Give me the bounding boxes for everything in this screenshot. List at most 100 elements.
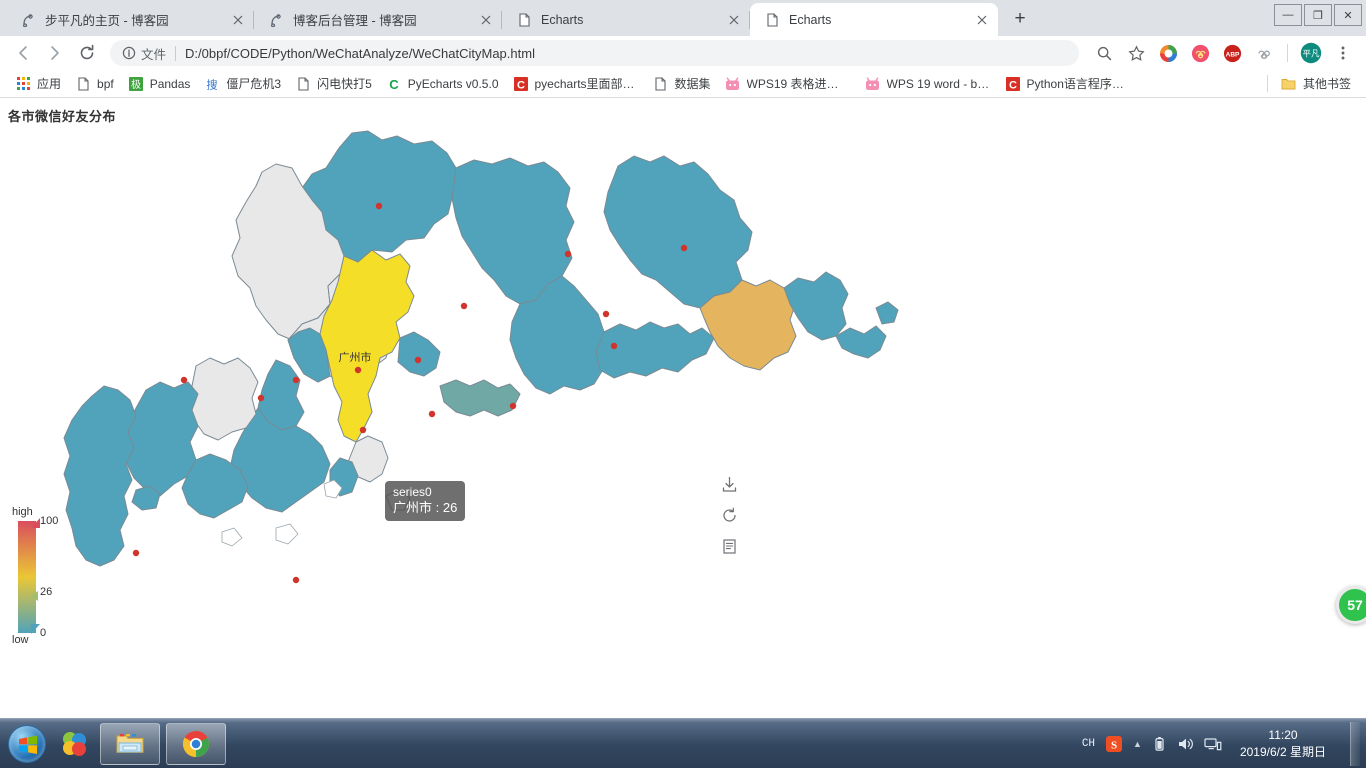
network-icon[interactable] (1204, 736, 1222, 752)
bookmark-label: 闪电快打5 (317, 77, 372, 91)
close-window-button[interactable]: ✕ (1334, 4, 1362, 26)
tab-title: 博客后台管理 - 博客园 (293, 14, 417, 28)
address-bar[interactable]: 文件 D:/0bpf/CODE/Python/WeChatAnalyze/WeC… (110, 40, 1079, 66)
windows-taskbar: CH S ▲ 11:20 2019/6/2 星期日 (0, 718, 1366, 768)
extension-colorwheel-icon[interactable] (1155, 40, 1181, 66)
green-c-icon: C (386, 76, 402, 92)
visual-map-legend[interactable]: high 100 26 0 low (8, 506, 68, 646)
sogou-pinyin-icon[interactable]: S (1105, 735, 1123, 753)
start-button[interactable] (0, 722, 54, 766)
green-ji-icon: 极 (128, 76, 144, 92)
file-icon (764, 12, 780, 28)
bookmark-wps19-table[interactable]: WPS19 表格进阶 -... (718, 72, 858, 95)
forward-button[interactable] (40, 38, 70, 68)
browser-tab-1[interactable]: 博客后台管理 - 博客园 (254, 3, 502, 36)
volume-icon[interactable] (1177, 736, 1194, 752)
bookmark-dataset[interactable]: 数据集 (646, 72, 718, 95)
adblock-plus-icon[interactable]: ABP (1219, 40, 1245, 66)
bookmark-label: 僵尸危机3 (226, 77, 282, 91)
bookmark-label: 应用 (37, 77, 62, 91)
maximize-button[interactable]: ❐ (1304, 4, 1332, 26)
restore-icon[interactable] (718, 504, 740, 526)
visual-map-bottom-cap (31, 624, 40, 634)
bookmark-pyecharts-part[interactable]: C pyecharts里面部分... (506, 72, 646, 95)
ime-indicator[interactable]: CH (1082, 738, 1095, 750)
tab-close-icon[interactable] (230, 12, 246, 28)
tab-title: 步平凡的主页 - 博客园 (45, 14, 169, 28)
browser-tab-3-active[interactable]: Echarts (750, 3, 998, 36)
extension-infinity-gray-icon[interactable] (1251, 40, 1277, 66)
bookmark-lightning-5[interactable]: 闪电快打5 (288, 72, 379, 95)
back-button[interactable] (8, 38, 38, 68)
profile-avatar-icon[interactable]: 平凡 (1298, 40, 1324, 66)
marker-foshan (292, 376, 300, 384)
visual-map-top-cap (31, 518, 40, 528)
bookmark-bpf[interactable]: bpf (68, 73, 121, 95)
data-view-icon[interactable] (718, 535, 740, 557)
bookmark-star-icon[interactable] (1123, 40, 1149, 66)
marker-meizhou (680, 244, 688, 252)
svg-text:C: C (389, 77, 399, 91)
reload-button[interactable] (72, 38, 102, 68)
new-tab-button[interactable]: + (1006, 5, 1034, 33)
file-explorer-taskbar-button[interactable] (100, 722, 160, 765)
echarts-map-canvas[interactable]: 广州市 (0, 128, 1366, 708)
region-label-guangzhou: 广州市 (339, 350, 372, 364)
visual-map-gradient-bar[interactable] (18, 521, 36, 633)
search-icon[interactable] (1091, 40, 1117, 66)
tab-close-icon[interactable] (478, 12, 494, 28)
show-desktop-button[interactable] (1350, 721, 1360, 766)
browser-toolbar: 文件 D:/0bpf/CODE/Python/WeChatAnalyze/WeC… (0, 36, 1366, 70)
svg-text:平凡: 平凡 (1302, 49, 1320, 59)
bookmark-label: 数据集 (674, 77, 711, 91)
bookmark-pyecharts-v050[interactable]: C PyEcharts v0.5.0 (379, 73, 506, 95)
blue-sou-icon: 搜 (204, 76, 220, 92)
marker-shanwei (509, 402, 517, 410)
desktop-gadget-icon[interactable] (54, 724, 94, 764)
bookmark-label: 其他书签 (1302, 77, 1351, 91)
svg-text:极: 极 (131, 78, 141, 91)
bookmark-zombie-crisis[interactable]: 搜 僵尸危机3 (197, 72, 288, 95)
browser-tab-2[interactable]: Echarts (502, 3, 750, 36)
chrome-menu-icon[interactable] (1330, 40, 1356, 66)
file-icon (653, 76, 669, 92)
taskbar-clock[interactable]: 11:20 2019/6/2 星期日 (1232, 727, 1334, 759)
bookmark-python-course[interactable]: C Python语言程序设... (998, 72, 1138, 95)
show-hidden-icons-button[interactable]: ▲ (1133, 739, 1142, 749)
marker-jiangmen (292, 576, 300, 584)
browser-window: 步平凡的主页 - 博客园 博客后台管理 - 博客园 Echarts Echart… (0, 0, 1366, 718)
browser-tab-0[interactable]: 步平凡的主页 - 博客园 (6, 3, 254, 36)
scheme-label: 文件 (141, 47, 167, 62)
visual-map-handle[interactable] (31, 591, 38, 601)
side-badge-counter[interactable]: 57 (1336, 586, 1366, 624)
bookmark-apps[interactable]: 应用 (8, 72, 68, 95)
marker-shenzhen (428, 410, 436, 418)
marker-huizhou (460, 302, 468, 310)
bilibili-icon (725, 76, 741, 92)
window-controls: — ❐ ✕ (1274, 0, 1362, 30)
tab-close-icon[interactable] (726, 12, 742, 28)
clock-time: 11:20 (1268, 728, 1298, 743)
chrome-taskbar-button[interactable] (166, 722, 226, 765)
visual-map-low-label: low (12, 634, 29, 646)
guangdong-map-svg[interactable]: 广州市 (0, 128, 1366, 708)
visual-map-handle-label: 26 (40, 586, 53, 598)
page-content: 各市微信好友分布 广州市 high 100 26 0 low series0 广… (0, 98, 1366, 717)
bookmark-label: WPS 19 word - bil... (886, 76, 991, 91)
bookmark-label: PyEcharts v0.5.0 (407, 76, 499, 91)
marker-zhongshan (359, 426, 367, 434)
bookmark-label: WPS19 表格进阶 -... (746, 77, 851, 91)
save-as-image-icon[interactable] (718, 473, 740, 495)
bookmark-pandas[interactable]: 极 Pandas (121, 73, 198, 95)
svg-text:C: C (1009, 79, 1017, 91)
bookmark-label: bpf (97, 76, 114, 91)
bookmark-wps19-word[interactable]: WPS 19 word - bil... (858, 73, 998, 95)
tab-close-icon[interactable] (974, 12, 990, 28)
other-bookmarks-folder[interactable]: 其他书签 (1274, 72, 1358, 95)
marker-maoming (257, 394, 265, 402)
file-scheme-indicator: 文件 (122, 44, 166, 63)
tab-title: Echarts (541, 12, 584, 27)
battery-icon[interactable] (1152, 736, 1167, 752)
extension-infinity-pink-icon[interactable] (1187, 40, 1213, 66)
minimize-button[interactable]: — (1274, 4, 1302, 26)
